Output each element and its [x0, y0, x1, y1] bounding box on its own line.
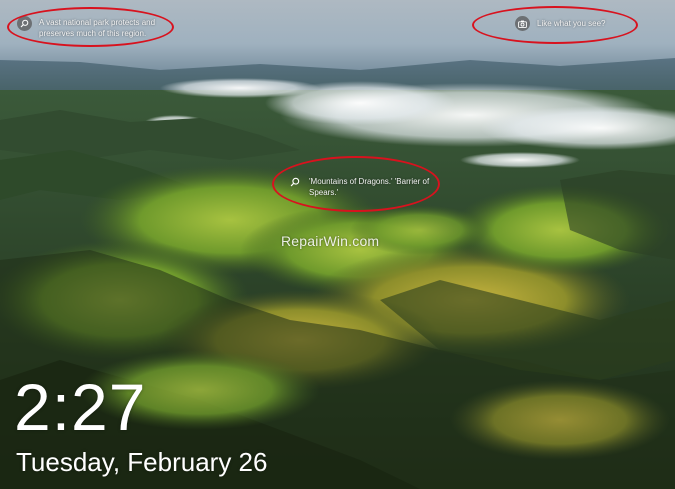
fact-line-1: 'Mountains of Dragons.' 'Barrier of — [309, 177, 430, 186]
fact-line-1: A vast national park protects and — [39, 18, 156, 27]
spotlight-fact-text: A vast national park protects and preser… — [39, 16, 155, 39]
spotlight-fact-text: 'Mountains of Dragons.' 'Barrier of Spea… — [309, 176, 429, 198]
lock-screen-time: 2:27 — [14, 370, 147, 444]
camera-icon — [515, 16, 530, 31]
like-what-you-see-button[interactable]: Like what you see? — [515, 16, 606, 31]
lock-screen-date: Tuesday, February 26 — [16, 447, 268, 477]
spotlight-fact-top-left[interactable]: A vast national park protects and preser… — [17, 16, 155, 39]
like-prompt-text: Like what you see? — [537, 19, 606, 28]
fact-line-2: Spears.' — [309, 188, 339, 197]
watermark: RepairWin.com — [281, 233, 380, 249]
spotlight-fact-center[interactable]: 'Mountains of Dragons.' 'Barrier of Spea… — [287, 176, 429, 198]
fact-line-2: preserves much of this region. — [39, 29, 147, 38]
search-icon — [17, 16, 32, 31]
search-icon — [287, 176, 302, 188]
